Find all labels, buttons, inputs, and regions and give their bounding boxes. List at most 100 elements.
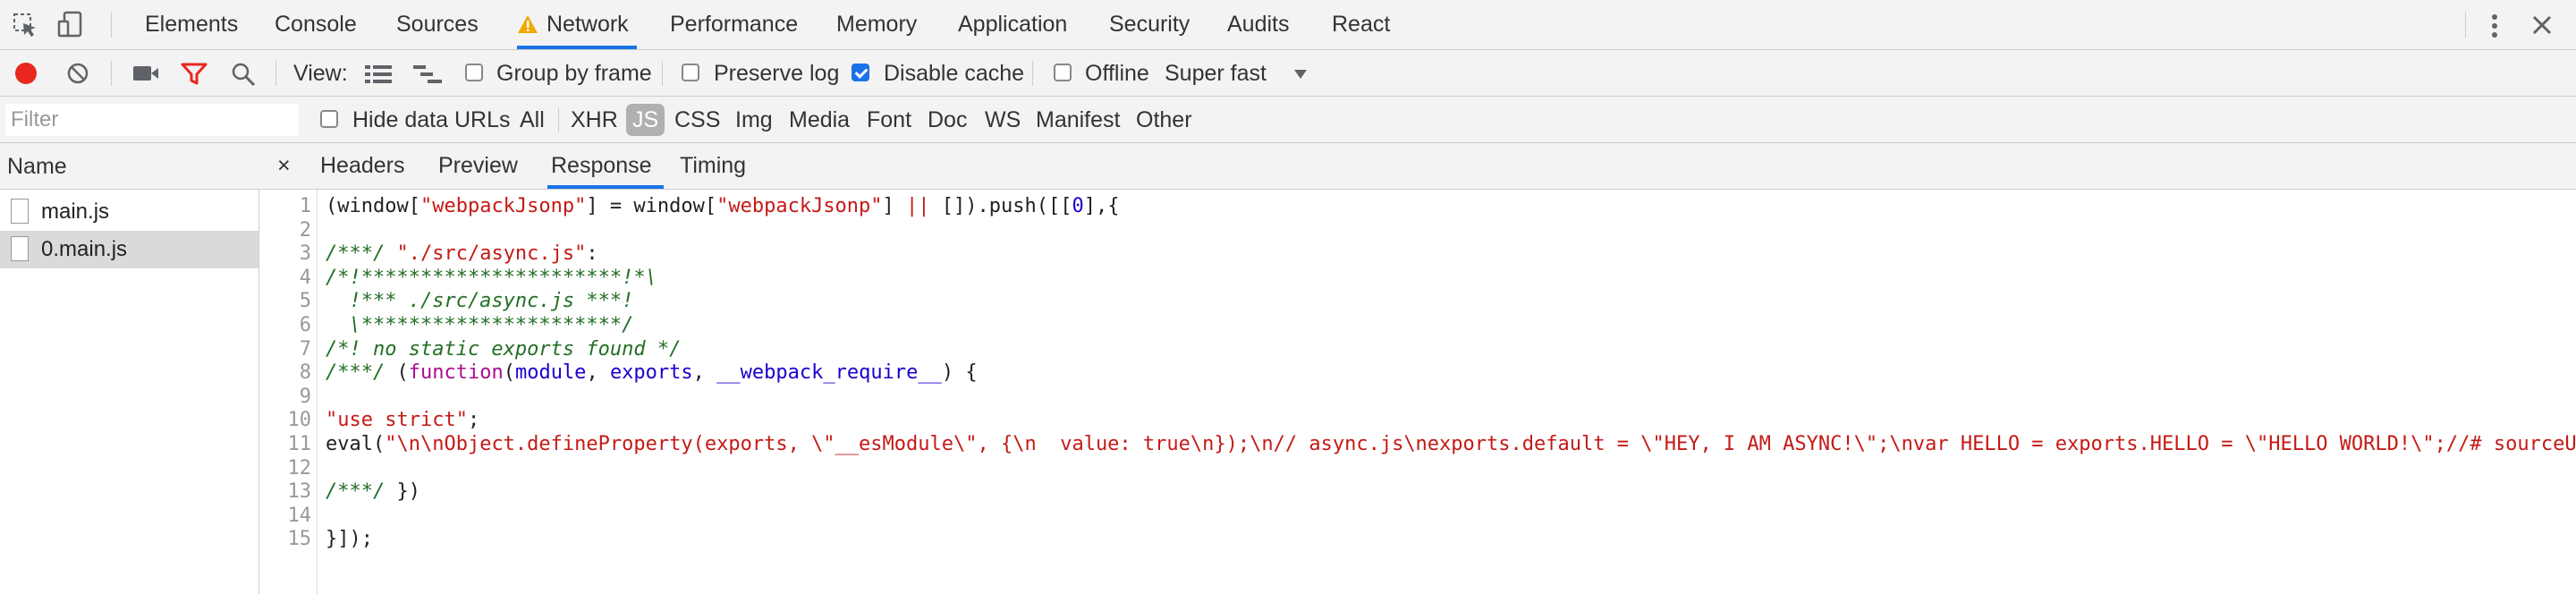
filter-type-manifest[interactable]: Manifest [1036, 97, 1120, 143]
name-column-header[interactable]: Name [0, 143, 259, 190]
tab-security[interactable]: Security [1109, 0, 1190, 49]
code-line: "use strict"; [326, 409, 480, 432]
filter-type-all[interactable]: All [520, 97, 545, 143]
code-line: (window["webpackJsonp"] = window["webpac… [326, 195, 1120, 217]
response-source-view[interactable]: 1 2 3 4 5 6 7 8 9 10 11 12 13 14 15 (window["webpackJs… [259, 190, 2576, 594]
line-number-gutter: 1 2 3 4 5 6 7 8 9 10 11 12 13 14 15 [259, 190, 318, 594]
view-label: View: [293, 61, 348, 86]
filter-type-media[interactable]: Media [789, 97, 850, 143]
request-row-main-js[interactable]: main.js [0, 193, 258, 231]
filter-icon[interactable] [181, 63, 208, 86]
disable-cache-checkbox[interactable] [852, 64, 869, 81]
code-line: /***/ (function(module, exports, __webpa… [326, 361, 978, 385]
tab-timing[interactable]: Timing [680, 143, 746, 189]
filter-type-js[interactable]: JS [626, 104, 665, 136]
tab-audits[interactable]: Audits [1227, 0, 1289, 49]
filter-type-css[interactable]: CSS [674, 97, 720, 143]
line-number: 9 [299, 385, 311, 408]
line-number: 14 [287, 504, 312, 527]
close-devtools-icon[interactable] [2531, 14, 2553, 36]
filter-type-ws[interactable]: WS [985, 97, 1021, 143]
tab-memory[interactable]: Memory [836, 0, 917, 49]
file-icon [11, 236, 29, 261]
line-number: 6 [299, 314, 311, 336]
code-line: /*!**********************!*\ [326, 266, 657, 289]
hide-data-urls-label: Hide data URLs [352, 107, 511, 132]
tab-console[interactable]: Console [275, 0, 357, 49]
tab-react[interactable]: React [1332, 0, 1390, 49]
filter-type-other[interactable]: Other [1136, 97, 1192, 143]
search-icon[interactable] [231, 62, 256, 87]
code-line: /***/ "./src/async.js": [326, 242, 598, 266]
divider [662, 61, 663, 86]
divider [275, 61, 276, 86]
divider [558, 107, 559, 132]
tab-application[interactable]: Application [958, 0, 1067, 49]
request-list: Name main.js 0.main.js [0, 143, 259, 594]
group-by-frame-label: Group by frame [496, 61, 652, 86]
clear-icon[interactable] [66, 62, 89, 85]
line-number: 12 [287, 456, 312, 479]
devtools-tab-bar: Elements Console Sources Network Perform… [0, 0, 2576, 50]
filter-input[interactable] [5, 104, 299, 136]
tab-performance[interactable]: Performance [670, 0, 798, 49]
preserve-log-label: Preserve log [714, 61, 840, 86]
code-line: !*** ./src/async.js ***! [326, 290, 634, 313]
filter-type-img[interactable]: Img [735, 97, 773, 143]
code-line: \**********************/ [326, 314, 634, 336]
offline-label: Offline [1085, 61, 1149, 86]
request-row-0-main-js[interactable]: 0.main.js [0, 231, 258, 268]
divider [1032, 61, 1033, 86]
line-number: 15 [287, 528, 312, 551]
filter-type-font[interactable]: Font [867, 97, 911, 143]
line-number: 2 [299, 218, 311, 242]
tab-network[interactable]: Network [517, 0, 637, 49]
divider [111, 13, 112, 38]
warning-icon [518, 15, 538, 33]
large-request-rows-icon[interactable] [365, 64, 392, 84]
close-detail-button[interactable]: × [277, 143, 291, 189]
divider [2465, 13, 2466, 38]
throttling-select[interactable]: Super fast [1165, 50, 1267, 97]
tab-preview[interactable]: Preview [438, 143, 518, 189]
code-line: }]); [326, 528, 373, 551]
line-number: 1 [299, 195, 311, 217]
line-number: 11 [287, 433, 312, 455]
tab-sources[interactable]: Sources [396, 0, 479, 49]
hide-data-urls-checkbox[interactable] [320, 110, 338, 128]
more-options-icon[interactable] [2488, 13, 2501, 39]
line-number: 13 [287, 480, 312, 504]
file-icon [11, 199, 29, 224]
request-name: main.js [41, 199, 110, 224]
filter-type-xhr[interactable]: XHR [571, 97, 618, 143]
chevron-down-icon[interactable] [1293, 69, 1308, 80]
line-number: 8 [299, 361, 311, 385]
offline-checkbox[interactable] [1054, 64, 1072, 81]
code-line: /*! no static exports found */ [326, 337, 682, 361]
line-number: 7 [299, 337, 311, 361]
tab-response[interactable]: Response [547, 143, 664, 189]
line-number: 3 [299, 242, 311, 266]
inspect-element-icon[interactable] [13, 13, 38, 38]
network-toolbar: View: Group by frame Preserve log Disabl… [0, 50, 2576, 97]
filter-type-doc[interactable]: Doc [928, 97, 967, 143]
filter-bar: Hide data URLs All XHR JS CSS Img Media … [0, 97, 2576, 143]
tab-network-label: Network [547, 12, 629, 37]
capture-screenshots-icon[interactable] [132, 64, 159, 82]
group-by-frame-checkbox[interactable] [465, 64, 483, 81]
preserve-log-checkbox[interactable] [682, 64, 699, 81]
divider [111, 61, 112, 86]
device-toolbar-icon[interactable] [57, 11, 84, 39]
waterfall-overview-icon[interactable] [413, 64, 442, 84]
tab-response-label: Response [551, 153, 652, 178]
line-number: 4 [299, 266, 311, 289]
tab-elements[interactable]: Elements [145, 0, 238, 49]
line-number: 10 [287, 409, 312, 432]
disable-cache-label: Disable cache [884, 61, 1025, 86]
line-number: 5 [299, 290, 311, 313]
code-line: /***/ }) [326, 480, 420, 504]
code-line: eval("\n\nObject.defineProperty(exports,… [326, 433, 2576, 455]
tab-headers[interactable]: Headers [320, 143, 405, 189]
request-detail-tabs: × Headers Preview Response Timing [259, 143, 2576, 190]
record-icon[interactable] [14, 62, 38, 85]
